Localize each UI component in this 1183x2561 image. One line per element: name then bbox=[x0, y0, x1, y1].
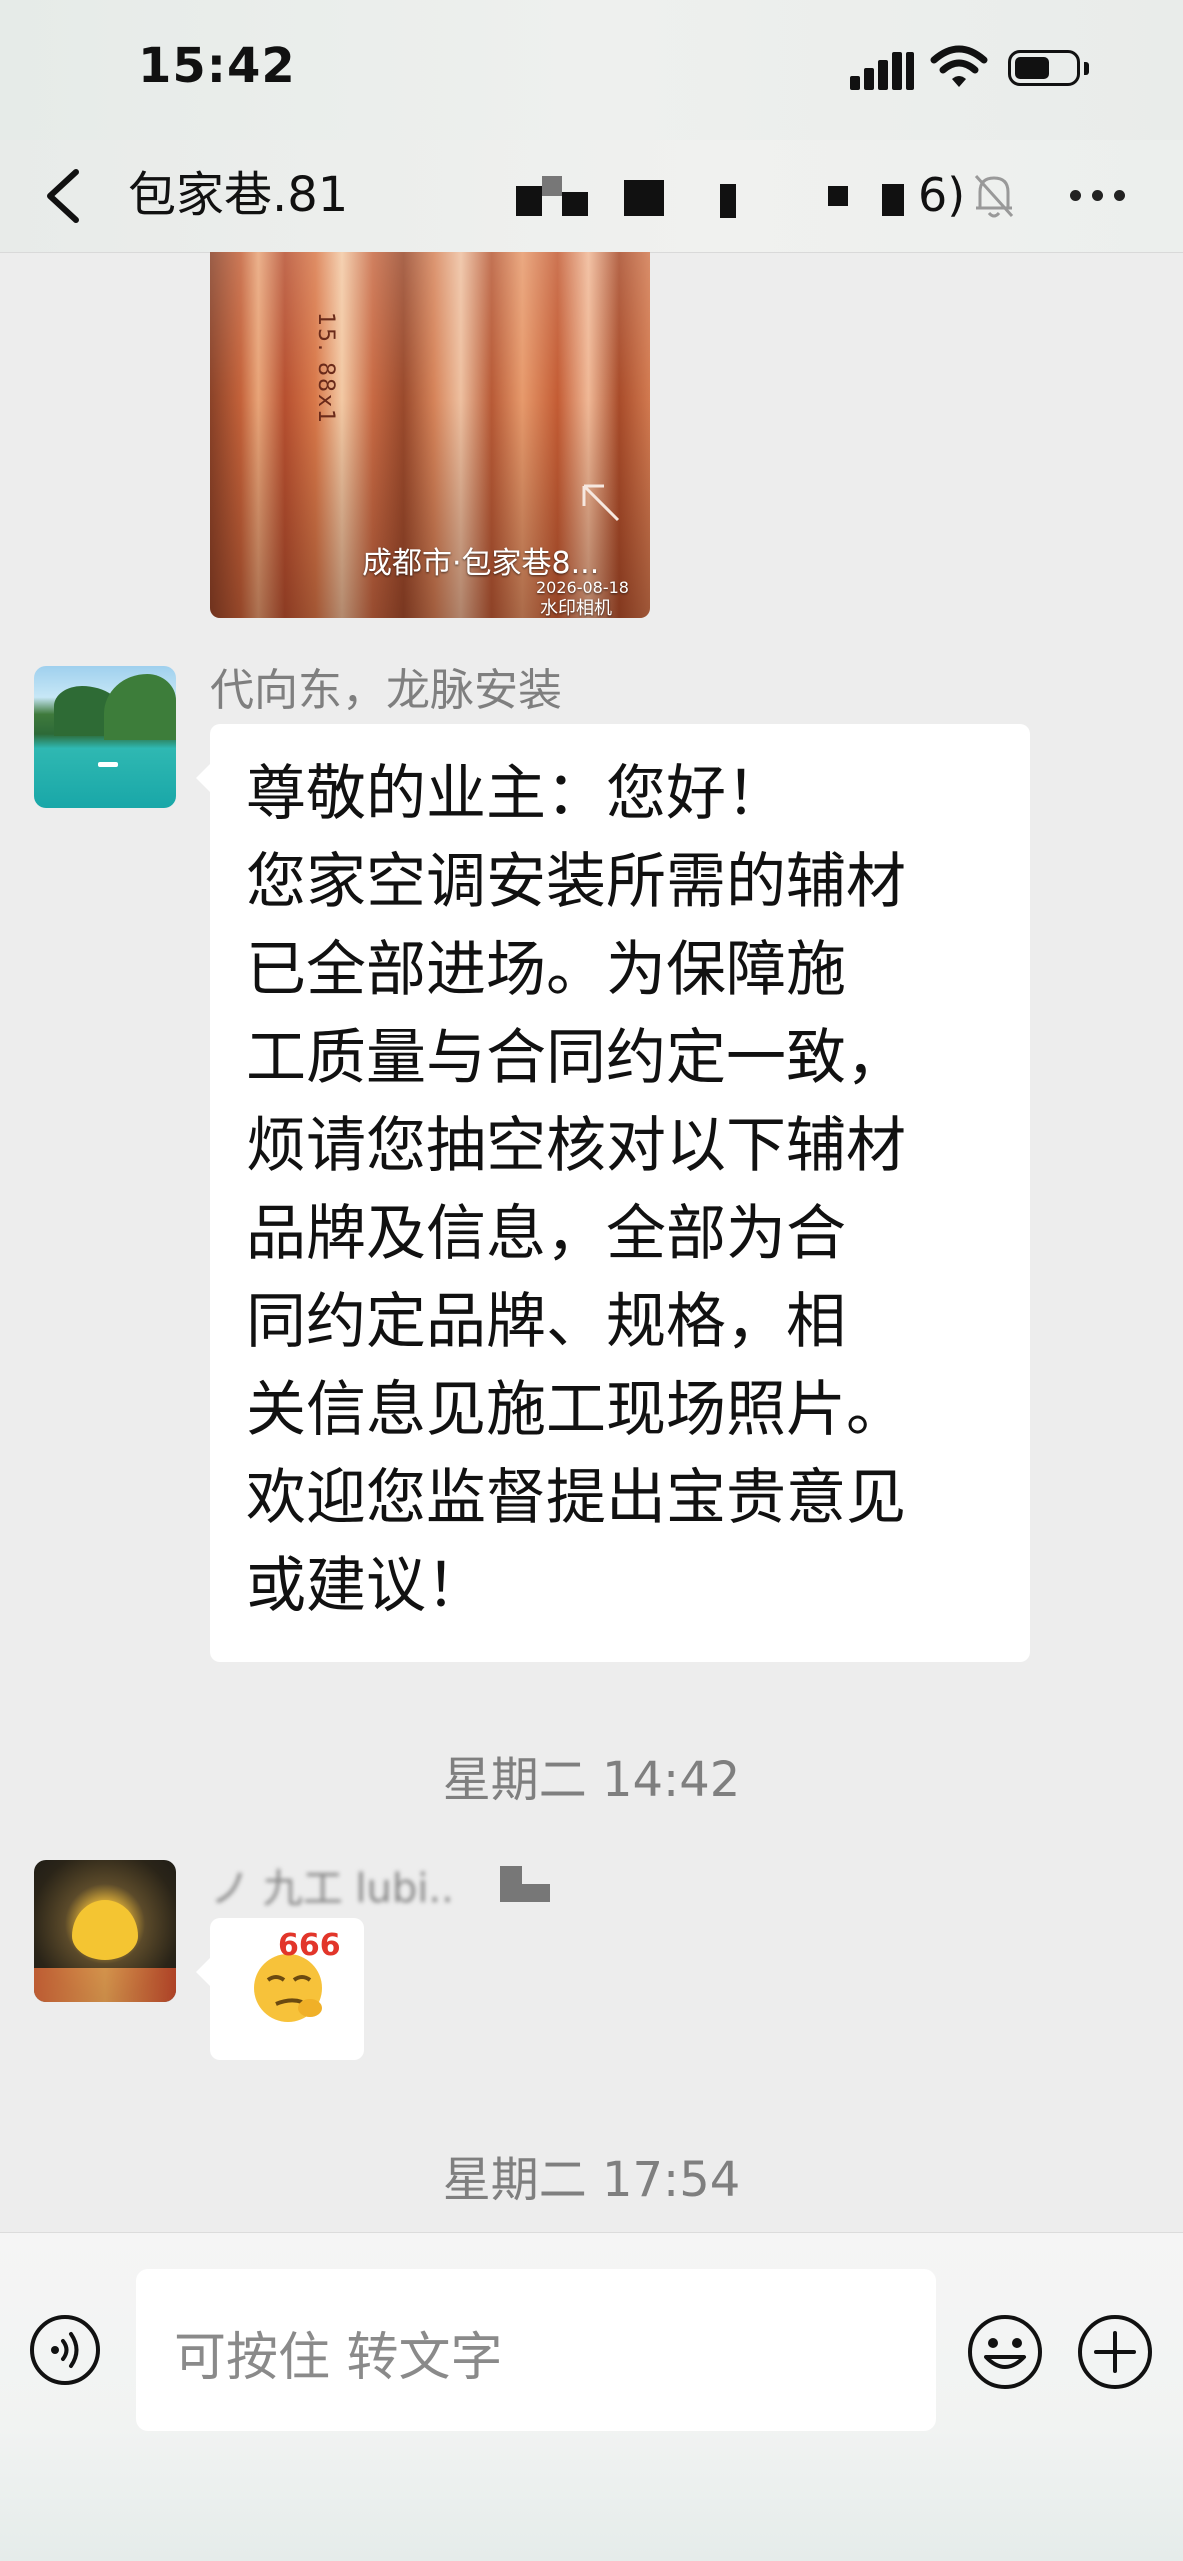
photo-location-caption: 成都市·包家巷8... bbox=[362, 546, 600, 581]
photo-watermark: 水印相机 bbox=[540, 598, 612, 618]
pipe-print-text: 15. 88x1 bbox=[313, 312, 338, 425]
status-time: 15:42 bbox=[138, 38, 296, 94]
message-text: 尊敬的业主：您好！ 您家空调安装所需的辅材 已全部进场。为保障施 工质量与合同约… bbox=[246, 759, 906, 1621]
more-dots-icon[interactable] bbox=[1066, 182, 1130, 208]
redaction-block bbox=[882, 184, 904, 216]
input-bar: 可按住 转文字 bbox=[0, 2232, 1183, 2561]
expand-icon bbox=[582, 484, 620, 522]
back-arrow-icon[interactable] bbox=[36, 158, 96, 234]
member-count: 6) bbox=[918, 168, 966, 222]
redaction-block bbox=[624, 180, 664, 216]
sender-name: ノ 九工 lubi.. bbox=[210, 1866, 454, 1912]
message-input[interactable]: 可按住 转文字 bbox=[136, 2269, 936, 2431]
wifi-icon bbox=[930, 45, 988, 87]
plus-icon[interactable] bbox=[1076, 2313, 1154, 2391]
chat-header: 包家巷.81 6) bbox=[0, 140, 1183, 253]
photo-message[interactable]: 15. 88x1 成都市·包家巷8... 2026-08-18 水印相机 bbox=[210, 252, 650, 618]
redaction-block bbox=[520, 1884, 550, 1902]
input-placeholder: 可按住 转文字 bbox=[174, 2328, 503, 2388]
redaction-block bbox=[828, 186, 848, 206]
redaction-block bbox=[516, 186, 542, 216]
sticker-text: 666 bbox=[278, 1928, 341, 1963]
mute-bell-icon bbox=[974, 174, 1014, 218]
avatar[interactable] bbox=[34, 666, 176, 808]
redaction-block bbox=[542, 176, 562, 196]
redaction-block bbox=[500, 1866, 522, 1902]
timestamp: 星期二 17:54 bbox=[442, 2152, 741, 2208]
status-bar: 15:42 bbox=[0, 0, 1183, 140]
sticker-bubble[interactable]: 666 bbox=[196, 1918, 364, 2060]
timestamp: 星期二 14:42 bbox=[442, 1752, 741, 1808]
redaction-block bbox=[562, 192, 588, 216]
voice-icon[interactable] bbox=[28, 2313, 102, 2387]
battery-icon bbox=[1008, 50, 1092, 88]
chat-title[interactable]: 包家巷.81 bbox=[128, 160, 368, 230]
avatar[interactable] bbox=[34, 1860, 176, 2002]
message-bubble[interactable]: 尊敬的业主：您好！ 您家空调安装所需的辅材 已全部进场。为保障施 工质量与合同约… bbox=[196, 724, 1030, 1662]
sender-name: 代向东，龙脉安装 bbox=[210, 665, 562, 716]
signal-icon bbox=[850, 48, 916, 90]
redaction-block bbox=[720, 184, 736, 218]
emoji-icon[interactable] bbox=[966, 2313, 1044, 2391]
